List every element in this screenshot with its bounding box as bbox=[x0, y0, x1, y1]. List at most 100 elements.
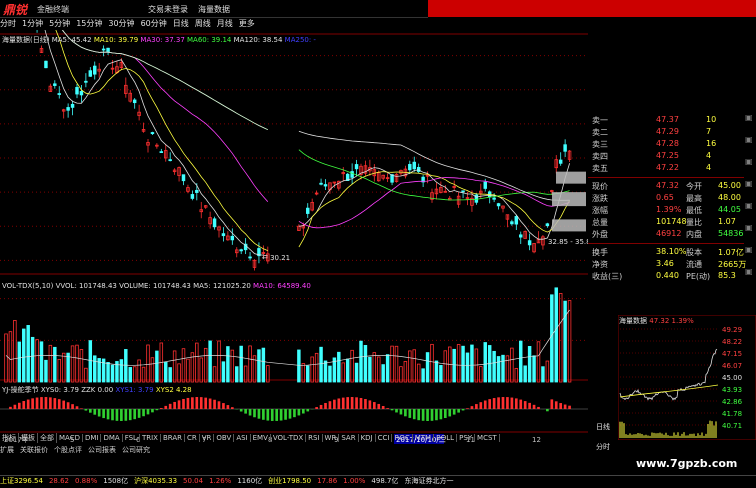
volume-bar bbox=[45, 360, 48, 382]
side-tool-icon[interactable]: ▣ bbox=[745, 267, 753, 276]
indicator-bar bbox=[493, 398, 496, 409]
extension-tab[interactable]: 公司研究 bbox=[122, 446, 150, 454]
indicator-bar bbox=[568, 406, 571, 409]
indicator-tab[interactable]: BRAR bbox=[161, 434, 185, 442]
stat-value: 47.32 bbox=[656, 181, 679, 190]
indicator-tab[interactable]: KDJ bbox=[359, 434, 376, 442]
right-tab-daily[interactable]: 日线 bbox=[596, 422, 610, 432]
side-tool-icon[interactable]: ▣ bbox=[745, 179, 753, 188]
volume-bar bbox=[306, 366, 309, 382]
status-item: 创业1798.50 bbox=[268, 477, 311, 485]
indicator-bar bbox=[9, 407, 12, 409]
indicator-legend-item: XYS1: 3.79 bbox=[115, 386, 155, 394]
period-tab[interactable]: 1分钟 bbox=[22, 19, 43, 28]
extension-tab[interactable]: 个股点评 bbox=[54, 446, 82, 454]
stat-value: 48.00 bbox=[718, 193, 741, 202]
period-tab[interactable]: 分时 bbox=[0, 19, 16, 28]
side-tool-icon[interactable]: ▣ bbox=[745, 113, 753, 122]
period-tab[interactable]: 更多 bbox=[239, 19, 255, 28]
period-tab[interactable]: 日线 bbox=[173, 19, 189, 28]
side-tool-icon[interactable]: ▣ bbox=[745, 157, 753, 166]
status-item: 沪深4035.33 bbox=[134, 477, 177, 485]
ask-price: 47.25 bbox=[656, 151, 679, 160]
candle-body bbox=[462, 191, 465, 192]
indicator-tabs: 指标模板全部MACDDMIDMAFSLTRIXBRARCRVROBVASIEMV… bbox=[0, 433, 500, 443]
volume-bar bbox=[235, 367, 238, 382]
indicator-tab[interactable]: ROC bbox=[392, 434, 412, 442]
indicator-tab[interactable]: BOLL bbox=[434, 434, 457, 442]
mini-axis-label: 47.15 bbox=[722, 350, 742, 358]
indicator-tab[interactable]: MCST bbox=[475, 434, 500, 442]
indicator-tab[interactable]: OBV bbox=[214, 434, 234, 442]
volume-bar bbox=[67, 353, 70, 382]
period-tab[interactable]: 15分钟 bbox=[76, 19, 102, 28]
indicator-tab[interactable]: EMV bbox=[251, 434, 271, 442]
indicator-tab[interactable]: MACD bbox=[57, 434, 83, 442]
indicator-bar bbox=[93, 409, 96, 415]
center-tab[interactable]: 交易未登录 bbox=[148, 5, 188, 14]
side-tool-icon[interactable]: ▣ bbox=[745, 201, 753, 210]
indicator-legend-item: ZZK 0.00 bbox=[81, 386, 115, 394]
indicator-tab[interactable]: VR bbox=[200, 434, 215, 442]
indicator-tab[interactable]: MTM bbox=[413, 434, 434, 442]
period-tab[interactable]: 60分钟 bbox=[141, 19, 167, 28]
mini-price: 47.32 bbox=[649, 317, 669, 325]
indicator-tab[interactable]: PSY bbox=[457, 434, 475, 442]
volume-bar bbox=[435, 361, 438, 382]
indicator-bar bbox=[204, 398, 207, 409]
indicator-bar bbox=[533, 405, 536, 409]
chip-block bbox=[552, 192, 586, 206]
extension-tab[interactable]: 公司报表 bbox=[88, 446, 116, 454]
stat-value: 2665万 bbox=[718, 259, 746, 270]
indicator-tab[interactable]: 全部 bbox=[38, 433, 57, 443]
indicator-bar bbox=[182, 399, 185, 409]
candle-body bbox=[169, 160, 172, 161]
volume-bar bbox=[156, 351, 159, 382]
volume-bar bbox=[462, 346, 465, 382]
indicator-tab[interactable]: RSI bbox=[306, 434, 322, 442]
indicator-tab[interactable]: VOL-TDX bbox=[271, 434, 306, 442]
indicator-tab[interactable]: CR bbox=[185, 434, 200, 442]
ask-volume: 16 bbox=[706, 139, 716, 148]
indicator-tab[interactable]: WR bbox=[323, 434, 340, 442]
period-tab[interactable]: 周线 bbox=[195, 19, 211, 28]
status-item: 498.7亿 bbox=[371, 477, 398, 485]
side-tool-icon[interactable]: ▣ bbox=[745, 135, 753, 144]
period-tab[interactable]: 月线 bbox=[217, 19, 233, 28]
mini-axis-label: 46.07 bbox=[722, 362, 742, 370]
center-tab[interactable]: 海量数据 bbox=[198, 5, 230, 14]
indicator-tab[interactable]: TRIX bbox=[140, 434, 161, 442]
extension-tab[interactable]: 关联报价 bbox=[20, 446, 48, 454]
indicator-tab[interactable]: SAR bbox=[339, 434, 358, 442]
side-tool-icon[interactable]: ▣ bbox=[745, 223, 753, 232]
side-tool-icon[interactable]: ▣ bbox=[745, 245, 753, 254]
indicator-tab[interactable]: 模板 bbox=[19, 433, 38, 443]
volume-legend-item: MA5: 121025.20 bbox=[193, 282, 253, 290]
candle-body bbox=[80, 91, 83, 94]
indicator-tab[interactable]: FSL bbox=[123, 434, 140, 442]
period-tab[interactable]: 30分钟 bbox=[108, 19, 134, 28]
indicator-tab[interactable]: 指标 bbox=[0, 433, 19, 443]
indicator-bar bbox=[133, 409, 136, 419]
candle-body bbox=[355, 164, 358, 168]
indicator-tab[interactable]: DMI bbox=[83, 434, 102, 442]
stat-label: 外盘 bbox=[592, 229, 608, 240]
volume-bar bbox=[222, 362, 225, 382]
intraday-mini-chart[interactable]: 49.2948.2247.1546.0745.0043.9342.8641.78… bbox=[618, 315, 756, 440]
indicator-bar bbox=[227, 405, 230, 409]
volume-bar bbox=[124, 349, 127, 382]
indicator-bar bbox=[453, 409, 456, 415]
volume-bar bbox=[440, 365, 443, 382]
indicator-bar bbox=[253, 409, 256, 417]
indicator-bar bbox=[386, 408, 389, 409]
indicator-tab[interactable]: DMA bbox=[101, 434, 122, 442]
indicator-tab[interactable]: CCI bbox=[376, 434, 393, 442]
candle-body bbox=[320, 183, 323, 184]
right-tab-intraday[interactable]: 分时 bbox=[596, 442, 610, 452]
stat-value: 0.65 bbox=[656, 193, 674, 202]
indicator-bar bbox=[422, 409, 425, 421]
period-tab[interactable]: 5分钟 bbox=[49, 19, 70, 28]
indicator-tab[interactable]: ASI bbox=[234, 434, 250, 442]
indicator-bar bbox=[333, 400, 336, 409]
extension-tab[interactable]: 扩展 bbox=[0, 446, 14, 454]
